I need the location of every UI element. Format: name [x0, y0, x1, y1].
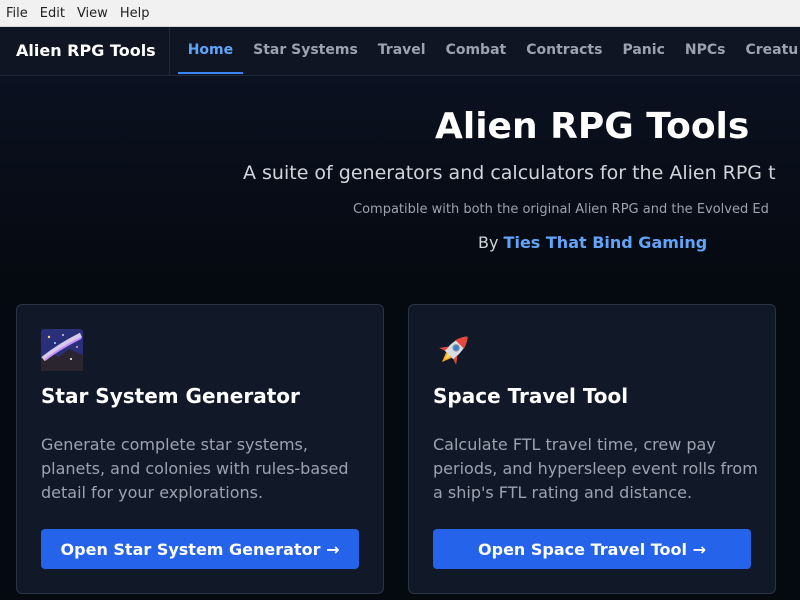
top-navbar: Alien RPG Tools Home Star Systems Travel… [0, 27, 800, 76]
nav-link-combat[interactable]: Combat [436, 27, 517, 75]
menu-file[interactable]: File [0, 0, 34, 27]
milky-way-icon [41, 329, 83, 371]
rocket-icon [439, 336, 468, 365]
nav-links: Home Star Systems Travel Combat Contract… [170, 27, 800, 75]
menu-help[interactable]: Help [114, 0, 156, 27]
menu-view[interactable]: View [71, 0, 114, 27]
nav-link-contracts[interactable]: Contracts [516, 27, 612, 75]
space-travel-card: Space Travel Tool Calculate FTL travel t… [408, 304, 776, 594]
page-title: Alien RPG Tools [435, 106, 750, 147]
space-travel-card-title: Space Travel Tool [433, 384, 629, 408]
nav-link-star-systems[interactable]: Star Systems [243, 27, 368, 75]
nav-link-creatures[interactable]: Creatu [735, 27, 800, 75]
nav-link-npcs[interactable]: NPCs [675, 27, 736, 75]
star-system-card: Star System Generator Generate complete … [16, 304, 384, 594]
nav-link-home[interactable]: Home [177, 27, 244, 75]
hero-subtitle: A suite of generators and calculators fo… [243, 162, 776, 184]
author-credit: By Ties That Bind Gaming [478, 233, 707, 252]
author-link[interactable]: Ties That Bind Gaming [504, 233, 708, 252]
nav-link-travel[interactable]: Travel [368, 27, 436, 75]
menu-bar: File Edit View Help [0, 0, 800, 27]
nav-link-panic[interactable]: Panic [612, 27, 674, 75]
open-space-travel-tool-button[interactable]: Open Space Travel Tool → [433, 529, 751, 569]
star-system-card-description: Generate complete star systems, planets,… [41, 435, 349, 502]
author-prefix: By [478, 233, 499, 252]
space-travel-card-description: Calculate FTL travel time, crew pay peri… [433, 435, 758, 502]
star-system-card-title: Star System Generator [41, 384, 300, 408]
brand-link[interactable]: Alien RPG Tools [0, 27, 170, 75]
menu-edit[interactable]: Edit [34, 0, 71, 27]
open-star-system-generator-button[interactable]: Open Star System Generator → [41, 529, 359, 569]
compatibility-note: Compatible with both the original Alien … [353, 202, 769, 217]
